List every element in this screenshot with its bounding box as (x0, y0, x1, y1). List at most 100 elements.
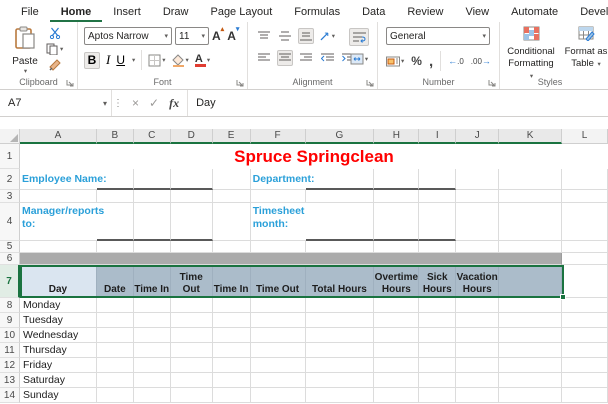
cell[interactable] (306, 241, 375, 253)
align-left-icon[interactable] (256, 50, 272, 66)
cell[interactable] (374, 190, 419, 203)
formula-input[interactable]: Day (188, 90, 608, 116)
percent-style-button[interactable]: % (411, 54, 422, 68)
cell[interactable] (171, 298, 213, 313)
underline-button[interactable]: U (116, 53, 125, 67)
fill-color-icon[interactable]: ▾ (172, 54, 189, 67)
alignment-dialog-launcher-icon[interactable] (366, 79, 374, 87)
clipboard-dialog-launcher-icon[interactable] (66, 79, 74, 87)
align-center-icon[interactable] (277, 50, 293, 66)
cell[interactable] (562, 253, 608, 265)
cell[interactable] (419, 241, 456, 253)
cell[interactable] (134, 298, 171, 313)
cell[interactable] (134, 343, 171, 358)
day-cell-thursday[interactable]: Thursday (20, 343, 97, 358)
cell[interactable] (306, 169, 375, 190)
col-header-a[interactable]: A (20, 129, 97, 144)
tab-developer[interactable]: Developer (569, 3, 608, 22)
cell[interactable] (251, 241, 306, 253)
sheet-title-cell[interactable]: Spruce Springclean (20, 144, 608, 169)
font-name-combo[interactable]: Aptos Narrow ▾ (84, 27, 172, 45)
tab-automate[interactable]: Automate (500, 3, 569, 22)
cell[interactable] (306, 298, 375, 313)
font-size-combo[interactable]: 11 ▾ (175, 27, 209, 45)
cell[interactable] (213, 388, 251, 403)
active-cell-a7[interactable]: Day (20, 265, 97, 298)
bold-button[interactable]: B (84, 52, 100, 69)
cell[interactable] (213, 328, 251, 343)
cell[interactable] (306, 203, 375, 241)
cell[interactable] (97, 190, 134, 203)
cell[interactable] (134, 241, 171, 253)
italic-button[interactable]: I (106, 52, 110, 68)
cell[interactable] (97, 358, 134, 373)
cell[interactable] (171, 358, 213, 373)
cell[interactable] (456, 343, 499, 358)
cell[interactable] (419, 388, 456, 403)
tab-page-layout[interactable]: Page Layout (199, 3, 283, 22)
increase-font-icon[interactable]: A▴ (212, 29, 224, 43)
accounting-format-icon[interactable]: ▾ (386, 56, 404, 67)
format-as-table-button[interactable]: Format as Table ▾ (560, 26, 608, 70)
cell[interactable] (419, 373, 456, 388)
borders-icon[interactable]: ▾ (148, 54, 165, 67)
row-header-2[interactable]: 2 (0, 169, 20, 190)
cell[interactable] (306, 373, 375, 388)
cell[interactable] (213, 190, 251, 203)
cell[interactable] (134, 190, 171, 203)
cell[interactable] (456, 373, 499, 388)
select-all-corner[interactable] (0, 129, 20, 144)
row-header-1[interactable]: 1 (0, 144, 20, 169)
day-cell-friday[interactable]: Friday (20, 358, 97, 373)
cell[interactable] (213, 343, 251, 358)
font-name-dropdown-icon[interactable]: ▾ (161, 32, 168, 40)
cell[interactable] (251, 190, 306, 203)
cell[interactable] (499, 358, 562, 373)
cell[interactable] (562, 298, 608, 313)
cell[interactable] (499, 328, 562, 343)
col-header-k[interactable]: K (499, 129, 562, 144)
cell[interactable] (419, 203, 456, 241)
number-format-dropdown-icon[interactable]: ▾ (479, 32, 486, 40)
cell[interactable] (134, 313, 171, 328)
cell[interactable] (419, 358, 456, 373)
cell[interactable] (306, 190, 375, 203)
conditional-formatting-button[interactable]: Conditional Formatting ▾ (505, 26, 557, 82)
row-header-5[interactable]: 5 (0, 241, 20, 253)
cell[interactable] (97, 373, 134, 388)
cell[interactable] (134, 328, 171, 343)
cell[interactable] (419, 298, 456, 313)
row-header-6[interactable]: 6 (0, 253, 20, 265)
cell[interactable] (456, 358, 499, 373)
tab-draw[interactable]: Draw (152, 3, 200, 22)
cell[interactable] (213, 373, 251, 388)
row-header-8[interactable]: 8 (0, 298, 20, 313)
cell[interactable] (171, 241, 213, 253)
cell[interactable] (499, 298, 562, 313)
cell[interactable] (306, 313, 375, 328)
cell[interactable] (213, 169, 251, 190)
day-cell-monday[interactable]: Monday (20, 298, 97, 313)
cell[interactable] (251, 388, 306, 403)
col-header-f[interactable]: F (251, 129, 306, 144)
cell[interactable] (97, 298, 134, 313)
header-cell-overtime-hours[interactable]: Overtime Hours (374, 265, 419, 298)
col-header-c[interactable]: C (134, 129, 171, 144)
cell[interactable] (171, 203, 213, 241)
header-cell-time-out-1[interactable]: Time Out (171, 265, 213, 298)
col-header-j[interactable]: J (456, 129, 499, 144)
timesheet-month-label-cell[interactable]: Timesheet month: (251, 203, 306, 241)
cell[interactable] (171, 169, 213, 190)
cell[interactable] (562, 203, 608, 241)
cell[interactable] (374, 203, 419, 241)
cell[interactable] (374, 373, 419, 388)
cell[interactable] (306, 328, 375, 343)
confirm-icon[interactable]: ✓ (149, 96, 159, 110)
cell[interactable] (562, 169, 608, 190)
tab-data[interactable]: Data (351, 3, 396, 22)
cell[interactable] (419, 343, 456, 358)
tab-formulas[interactable]: Formulas (283, 3, 351, 22)
cell[interactable] (499, 343, 562, 358)
row-header-7[interactable]: 7 (0, 265, 20, 298)
cell[interactable] (562, 190, 608, 203)
